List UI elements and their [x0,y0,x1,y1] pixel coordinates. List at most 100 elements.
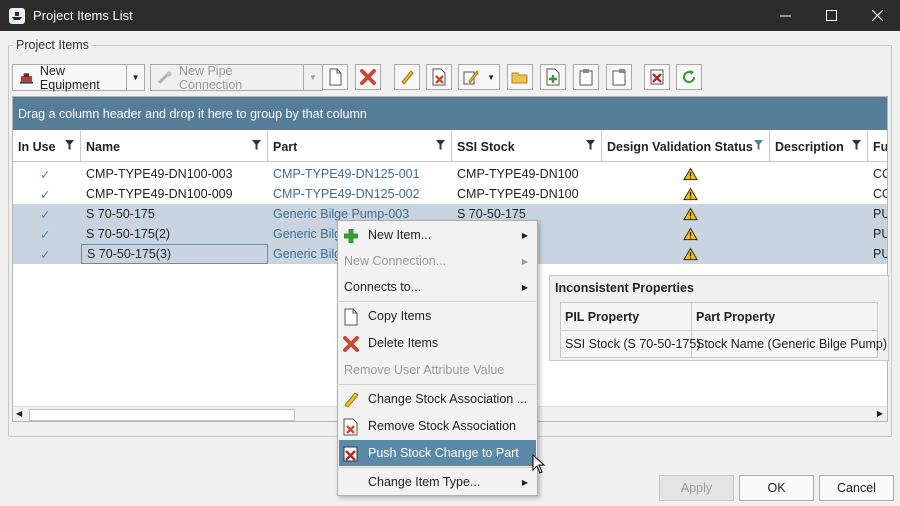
column-header-in-use[interactable]: In Use [13,131,81,162]
push-stock-icon [650,69,664,85]
group-by-banner[interactable]: Drag a column header and drop it here to… [13,97,887,130]
ok-button[interactable]: OK [739,475,814,501]
fu-cell[interactable]: PU [868,204,887,224]
name-cell[interactable]: CMP-TYPE49-DN100-009 [81,184,268,204]
filter-icon[interactable] [586,140,595,150]
menu-item-new-item[interactable]: New Item... ▶ [339,222,536,248]
menu-item-connects-to[interactable]: Connects to... ▶ [339,274,536,300]
open-button[interactable] [507,64,533,90]
paste-button[interactable] [573,64,599,90]
column-header-ssi-stock[interactable]: SSI Stock [452,131,602,162]
scroll-right-icon[interactable]: ▶ [877,409,883,418]
table-row[interactable]: ✓ CMP-TYPE49-DN100-003 CMP-TYPE49-DN125-… [13,164,887,184]
column-header-name[interactable]: Name [81,131,268,162]
in-use-check[interactable]: ✓ [35,244,65,264]
menu-item-label: Change Stock Association ... [368,392,528,406]
equipment-icon [19,72,33,84]
in-use-check[interactable]: ✓ [35,184,65,204]
pil-property-cell: SSI Stock (S 70-50-175) [561,331,700,357]
paste-special-button[interactable] [606,64,632,90]
scroll-left-icon[interactable]: ◀ [16,409,22,418]
fu-cell[interactable]: PU [868,244,887,264]
edit-button[interactable] [394,64,420,90]
name-cell[interactable]: CMP-TYPE49-DN100-003 [81,164,268,184]
remove-stock-icon [432,68,446,86]
name-cell[interactable]: S 70-50-175(2) [81,224,268,244]
new-equipment-label: New Equipment [39,63,100,92]
menu-item-label: Delete Items [368,336,439,350]
menu-item-remove-user-attribute-value[interactable]: Remove User Attribute Value [339,357,536,383]
menu-item-change-stock-association[interactable]: Change Stock Association ... [339,386,536,412]
filter-icon[interactable] [65,140,74,150]
new-pipe-connection-button[interactable]: New Pipe Connection ▼ [150,63,323,92]
remove-stock-button[interactable] [426,64,452,90]
refresh-icon [683,70,696,84]
menu-item-change-item-type[interactable]: Change Item Type... ▶ [339,469,536,495]
menu-item-copy-items[interactable]: Copy Items [339,303,536,329]
title-bar: Project Items List [0,0,900,31]
refresh-button[interactable] [676,64,702,90]
menu-item-label: Connects to... [344,280,422,294]
fu-cell[interactable]: CO [868,184,887,204]
remove-stock-icon [343,418,358,436]
edit-dropdown-button[interactable]: ▼ [458,64,500,90]
filter-icon[interactable] [754,140,763,150]
name-cell[interactable]: S 70-50-175(3) [81,244,268,264]
chevron-down-icon[interactable]: ▼ [127,65,144,90]
context-menu: New Item... ▶ New Connection... ▶ Connec… [337,220,538,496]
part-cell[interactable]: CMP-TYPE49-DN125-002 [268,184,452,204]
table-row[interactable]: ✓ CMP-TYPE49-DN100-009 CMP-TYPE49-DN125-… [13,184,887,204]
group-legend: Project Items [13,38,92,52]
fu-cell[interactable]: CO [868,164,887,184]
mouse-cursor-icon [532,454,546,474]
inconsistent-properties-panel: Inconsistent Properties PIL Property Par… [549,275,889,361]
pil-property-header: PIL Property [561,303,692,330]
maximize-button[interactable] [808,0,854,31]
apply-button[interactable]: Apply [659,475,734,501]
table-header-row: PIL Property Part Property [561,303,877,330]
new-pipe-connection-label: New Pipe Connection [178,63,243,92]
column-header-design-validation-status[interactable]: Design Validation Status [602,131,770,162]
column-header-part[interactable]: Part [268,131,452,162]
chevron-down-icon[interactable]: ▼ [304,65,322,90]
fu-cell[interactable]: PU [868,224,887,244]
menu-separator [339,301,536,302]
push-stock-button[interactable] [644,64,670,90]
delete-button[interactable] [355,64,381,90]
part-property-cell: Stock Name (Generic Bilge Pump) [696,337,888,351]
menu-item-delete-items[interactable]: Delete Items [339,330,536,356]
scrollbar-thumb[interactable] [29,409,295,421]
submenu-arrow-icon: ▶ [521,477,528,487]
minimize-icon [779,15,791,17]
new-equipment-button[interactable]: New Equipment ▼ [12,63,145,92]
ssi-stock-cell[interactable]: CMP-TYPE49-DN100 [452,164,602,184]
push-stock-icon [343,446,358,462]
column-header-label: SSI Stock [457,139,515,154]
menu-item-remove-stock-association[interactable]: Remove Stock Association [339,413,536,439]
warning-icon [678,184,698,204]
in-use-check[interactable]: ✓ [35,164,65,184]
name-cell[interactable]: S 70-50-175 [81,204,268,224]
cancel-button[interactable]: Cancel [819,475,894,501]
filter-icon[interactable] [852,140,861,150]
in-use-check[interactable]: ✓ [35,224,65,244]
import-button[interactable] [540,64,566,90]
copy-icon [329,68,342,86]
menu-item-label: Remove User Attribute Value [344,363,505,377]
plus-icon [344,229,358,243]
filter-icon[interactable] [252,140,261,150]
part-cell[interactable]: CMP-TYPE49-DN125-001 [268,164,452,184]
menu-item-new-connection[interactable]: New Connection... ▶ [339,248,536,274]
minimize-button[interactable] [762,0,808,31]
close-button[interactable] [854,0,900,31]
column-header-label: Design Validation Status [607,139,753,154]
in-use-check[interactable]: ✓ [35,204,65,224]
column-header-description[interactable]: Description [770,131,868,162]
submenu-arrow-icon: ▶ [521,256,528,266]
filter-icon[interactable] [436,140,445,150]
copy-button[interactable] [322,64,348,90]
menu-item-push-stock-change[interactable]: Push Stock Change to Part [339,440,536,466]
column-header-fu[interactable]: Fu [868,131,888,162]
ssi-stock-cell[interactable]: CMP-TYPE49-DN100 [452,184,602,204]
column-header-label: Fu [873,139,888,154]
